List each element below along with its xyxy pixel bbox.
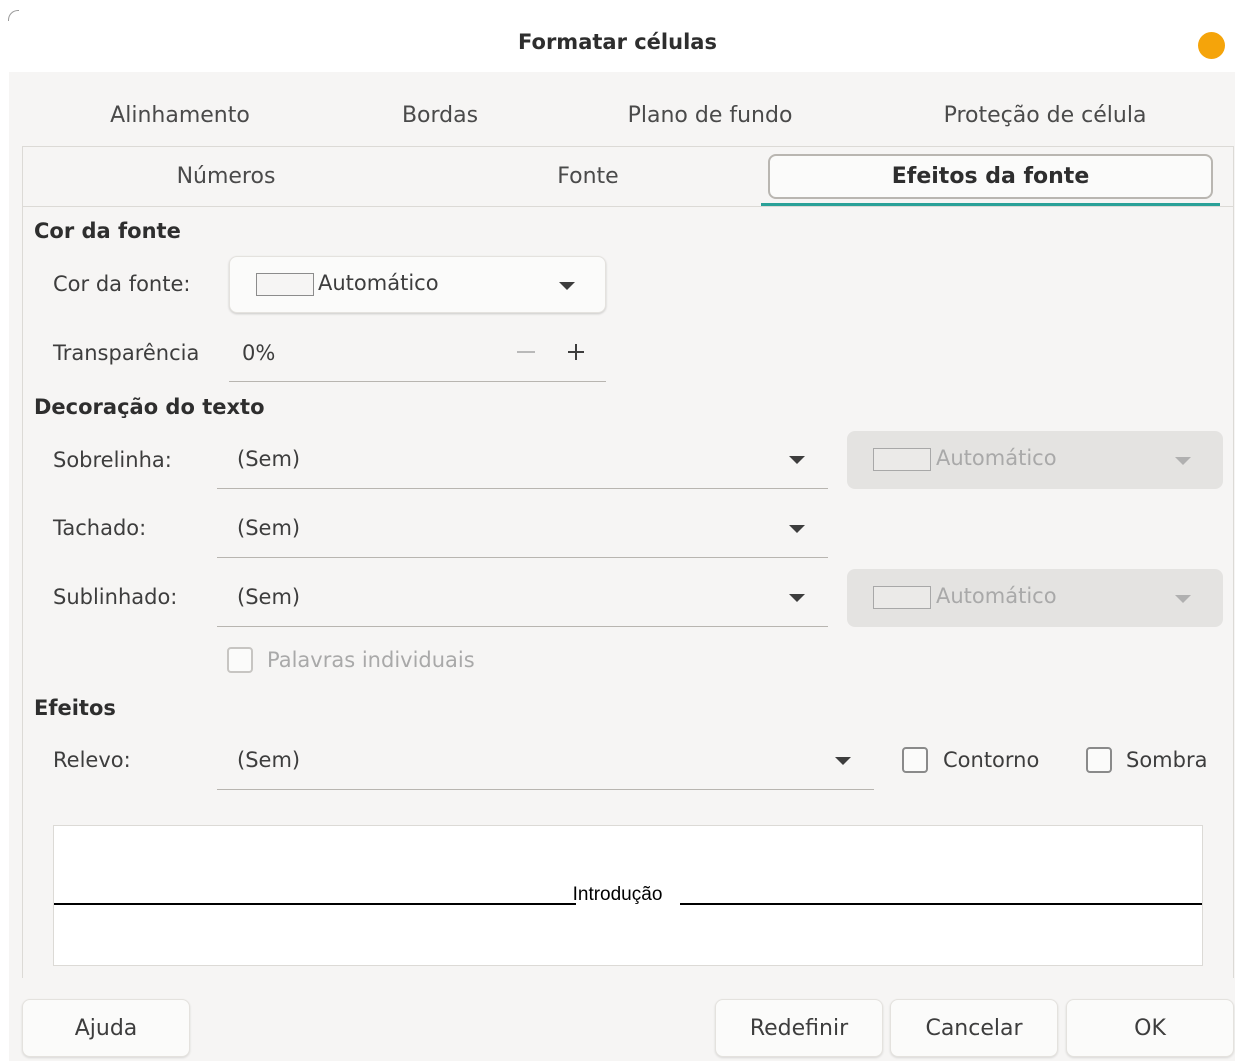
chevron-down-icon: [1175, 457, 1191, 465]
tab-numeros[interactable]: Números: [110, 164, 342, 189]
close-icon[interactable]: [1198, 32, 1225, 59]
font-color-value: Automático: [318, 271, 439, 295]
chevron-down-icon: [559, 282, 575, 290]
cancel-button[interactable]: Cancelar: [890, 999, 1058, 1057]
underline-select[interactable]: (Sem): [217, 569, 828, 627]
transparency-spin[interactable]: 0%: [229, 331, 606, 382]
tab-fonte[interactable]: Fonte: [488, 164, 688, 189]
tab-plano-de-fundo[interactable]: Plano de fundo: [590, 103, 830, 128]
section-title-text-decoration: Decoração do texto: [34, 395, 265, 419]
underline-color-dropdown: Automático: [847, 569, 1223, 627]
relief-value: (Sem): [237, 748, 301, 772]
relief-label: Relevo:: [53, 748, 131, 772]
minus-icon[interactable]: [517, 351, 535, 353]
font-color-dropdown[interactable]: Automático: [229, 256, 606, 313]
strikethrough-label: Tachado:: [53, 516, 147, 540]
underline-color-value: Automático: [936, 584, 1057, 608]
font-color-label: Cor da fonte:: [53, 272, 191, 296]
chevron-down-icon: [1175, 595, 1191, 603]
tab-alinhamento[interactable]: Alinhamento: [60, 103, 300, 128]
ok-button[interactable]: OK: [1066, 999, 1234, 1057]
section-title-effects: Efeitos: [34, 696, 116, 720]
transparency-value[interactable]: 0%: [242, 341, 275, 365]
underline-value: (Sem): [237, 585, 301, 609]
dialog-title: Formatar células: [518, 30, 717, 54]
overline-value: (Sem): [237, 447, 301, 471]
chevron-down-icon: [835, 756, 851, 765]
outline-label: Contorno: [943, 748, 1040, 772]
tab-efeitos-da-fonte[interactable]: Efeitos da fonte: [768, 164, 1213, 189]
individual-words-label: Palavras individuais: [267, 648, 475, 672]
active-tab-indicator: [761, 203, 1220, 206]
tab-protecao-de-celula[interactable]: Proteção de célula: [905, 103, 1185, 128]
overline-color-dropdown: Automático: [847, 431, 1223, 489]
overline-color-value: Automático: [936, 446, 1057, 470]
help-button[interactable]: Ajuda: [22, 999, 190, 1057]
shadow-checkbox[interactable]: [1086, 747, 1112, 773]
underline-color-swatch: [873, 586, 931, 609]
overline-color-swatch: [873, 448, 931, 471]
strikethrough-select[interactable]: (Sem): [217, 500, 828, 558]
underline-label: Sublinhado:: [53, 585, 178, 609]
individual-words-checkbox: [227, 647, 253, 673]
reset-button[interactable]: Redefinir: [715, 999, 883, 1057]
chevron-down-icon: [789, 524, 805, 533]
chevron-down-icon: [789, 593, 805, 602]
strikethrough-value: (Sem): [237, 516, 301, 540]
preview-text: Introdução: [572, 884, 663, 905]
transparency-label: Transparência: [53, 341, 200, 365]
relief-select[interactable]: (Sem): [217, 732, 874, 790]
shadow-label: Sombra: [1126, 748, 1208, 772]
overline-select[interactable]: (Sem): [217, 432, 828, 489]
plus-icon-vertical[interactable]: [575, 344, 577, 360]
tab-bordas[interactable]: Bordas: [340, 103, 540, 128]
section-title-font-color: Cor da fonte: [34, 219, 181, 243]
overline-label: Sobrelinha:: [53, 448, 172, 472]
chevron-down-icon: [789, 456, 805, 464]
outline-checkbox[interactable]: [902, 747, 928, 773]
tab-row-divider: [22, 206, 1234, 207]
font-color-swatch: [256, 273, 314, 296]
